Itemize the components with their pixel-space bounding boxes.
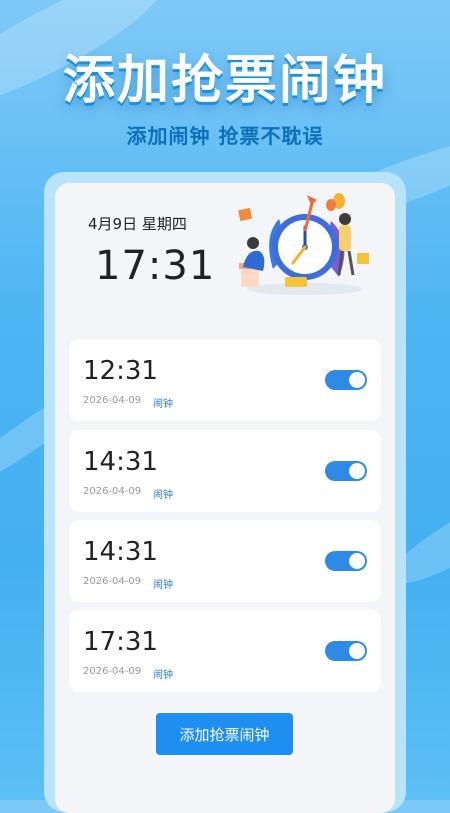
promo-subhead: 添加闹钟 抢票不耽误 [126,124,324,148]
promo-headline: 添加抢票闹钟 [62,51,387,111]
toggle-knob [349,372,365,388]
alarm-toggle[interactable] [325,370,367,390]
add-ticket-alarm-button[interactable]: 添加抢票闹钟 [156,713,293,755]
alarm-time: 14:31 [83,537,158,567]
alarm-tag: 闹钟 [153,580,173,591]
alarm-card[interactable]: 14:31 2026-04-09 闹钟 [69,520,381,602]
alarm-time: 17:31 [83,627,158,657]
current-date: 4月9日 星期四 [88,215,187,233]
alarm-tag: 闹钟 [153,399,173,410]
alarm-date: 2026-04-09 [83,486,142,497]
alarm-tag: 闹钟 [153,490,173,501]
alarm-card[interactable]: 12:31 2026-04-09 闹钟 [69,339,381,421]
alarm-toggle[interactable] [325,641,367,661]
current-time: 17:31 [95,243,216,289]
alarm-date: 2026-04-09 [83,576,142,587]
alarm-card[interactable]: 14:31 2026-04-09 闹钟 [69,430,381,512]
alarm-toggle[interactable] [325,551,367,571]
toggle-knob [349,553,365,569]
alarm-tag: 闹钟 [153,670,173,681]
alarm-clock-illustration-icon [238,193,369,295]
alarm-time: 14:31 [83,447,158,477]
alarm-card[interactable]: 17:31 2026-04-09 闹钟 [69,610,381,692]
toggle-knob [349,463,365,479]
alarm-toggle[interactable] [325,461,367,481]
alarm-time: 12:31 [83,356,158,386]
toggle-knob [349,643,365,659]
alarm-date: 2026-04-09 [83,666,142,677]
alarm-date: 2026-04-09 [83,395,142,406]
app-screen: 4月9日 星期四 17:31 12:31 2026-04-09 闹钟 14:31… [55,183,395,813]
